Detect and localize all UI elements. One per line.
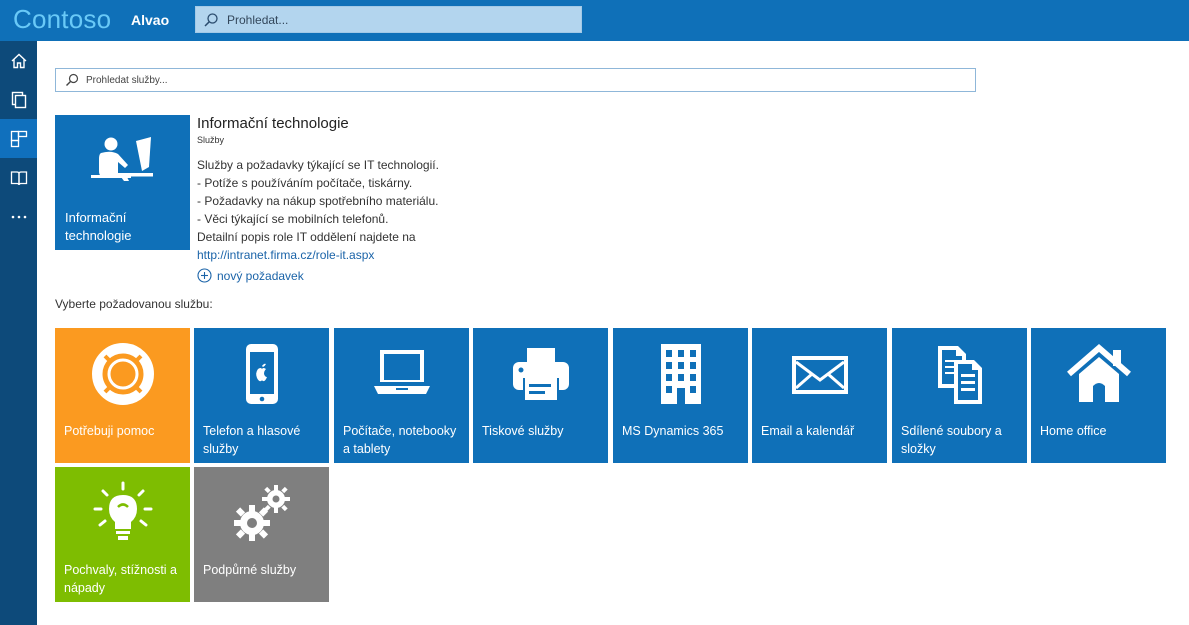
new-request-button[interactable]: nový požadavek (197, 268, 304, 283)
category-subtitle: Služby (197, 135, 225, 145)
category-description: Služby a požadavky týkající se IT techno… (197, 156, 617, 264)
nav-dashboard[interactable] (0, 119, 37, 158)
nav-copy[interactable] (0, 80, 37, 119)
category-tile-label: Informační technologie (65, 210, 132, 243)
category-title: Informační technologie (197, 115, 349, 132)
product-name[interactable]: Alvao (131, 12, 169, 28)
copy-icon (11, 91, 26, 108)
nav-home[interactable] (0, 41, 37, 80)
top-bar: Contoso Alvao Prohledat... (0, 0, 1189, 41)
more-icon (11, 215, 26, 218)
choose-service-label: Vyberte požadovanou službu: (55, 297, 213, 311)
service-tile-dynamics[interactable]: MS Dynamics 365 (613, 328, 748, 463)
service-tile-help[interactable]: Potřebuji pomoc (55, 328, 190, 463)
building-icon (660, 344, 701, 404)
service-tile-shared-files[interactable]: Sdílené soubory a složky (892, 328, 1027, 463)
service-tile-support[interactable]: Podpůrné služby (194, 467, 329, 602)
category-info: Informační technologie Služby Služby a p… (197, 115, 617, 264)
service-search (55, 68, 976, 92)
global-search-placeholder: Prohledat... (227, 13, 289, 27)
service-tile-label: Sdílené soubory a složky (901, 424, 1002, 456)
search-icon (204, 13, 218, 27)
gears-icon (233, 485, 290, 541)
description-line: - Požadavky na nákup spotřebního materiá… (197, 194, 439, 208)
brand-logo[interactable]: Contoso (13, 4, 111, 35)
add-circle-icon (197, 268, 212, 283)
nav-more[interactable] (0, 197, 37, 236)
lifebuoy-icon (91, 343, 154, 405)
dashboard-icon (10, 130, 27, 147)
service-tile-computers[interactable]: Počítače, notebooky a tablety (334, 328, 469, 463)
service-tile-phone[interactable]: Telefon a hlasové služby (194, 328, 329, 463)
service-tile-label: Home office (1040, 424, 1107, 438)
envelope-icon (791, 356, 848, 394)
category-tile-it[interactable]: Informační technologie (55, 115, 190, 250)
service-tile-home-office[interactable]: Home office (1031, 328, 1166, 463)
description-line: - Věci týkající se mobilních telefonů. (197, 212, 389, 226)
search-icon (66, 73, 79, 86)
service-tile-label: MS Dynamics 365 (622, 424, 724, 438)
phone-icon (245, 344, 278, 404)
service-tile-label: Telefon a hlasové služby (203, 424, 301, 456)
nav-book[interactable] (0, 158, 37, 197)
printer-icon (512, 348, 569, 400)
global-search-input[interactable]: Prohledat... (195, 6, 582, 33)
service-tile-label: Pochvaly, stížnosti a nápady (64, 563, 178, 595)
service-tile-label: Podpůrné služby (203, 563, 297, 577)
category-detail-link[interactable]: http://intranet.firma.cz/role-it.aspx (197, 246, 617, 264)
service-search-input[interactable] (86, 71, 966, 89)
lightbulb-icon (93, 481, 152, 540)
description-line: Služby a požadavky týkající se IT techno… (197, 158, 439, 172)
description-line: - Potíže s používáním počítače, tiskárny… (197, 176, 413, 190)
service-tile-label: Tiskové služby (482, 424, 564, 438)
service-tile-label: Email a kalendář (761, 424, 855, 438)
description-line: Detailní popis role IT oddělení najdete … (197, 230, 416, 244)
service-tile-label: Počítače, notebooky a tablety (343, 424, 457, 456)
laptop-icon (373, 350, 430, 394)
service-tile-feedback[interactable]: Pochvaly, stížnosti a nápady (55, 467, 190, 602)
service-tile-label: Potřebuji pomoc (64, 424, 155, 438)
side-navigation (0, 41, 37, 625)
home-icon (11, 53, 26, 68)
service-tile-email[interactable]: Email a kalendář (752, 328, 887, 463)
house-icon (1066, 344, 1131, 402)
book-icon (10, 170, 27, 185)
documents-icon (937, 346, 982, 404)
service-tile-printing[interactable]: Tiskové služby (473, 328, 608, 463)
it-person-icon (91, 137, 153, 181)
new-request-label: nový požadavek (217, 268, 304, 283)
